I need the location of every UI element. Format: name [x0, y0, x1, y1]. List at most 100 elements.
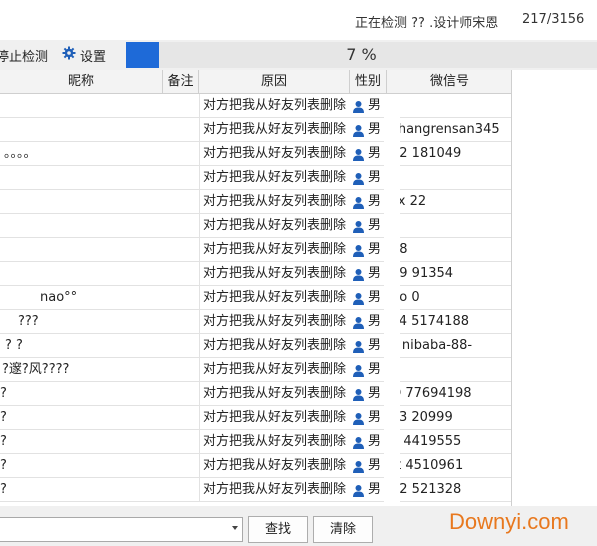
gender-label: 男: [368, 98, 382, 113]
cell-wechat: Q 77694198: [391, 386, 472, 401]
gender-label: 男: [368, 122, 382, 137]
cell-gender: 男: [350, 214, 386, 238]
cell-wechat: a3 20999: [391, 410, 453, 425]
cell-reason: 对方把我从好友列表删除: [199, 118, 349, 142]
cell-wechat: no 0: [391, 290, 420, 305]
gender-label: 男: [368, 338, 382, 353]
cell-wechat: 22 181049: [391, 146, 462, 161]
gender-label: 男: [368, 482, 382, 497]
cell-reason: 对方把我从好友列表删除: [199, 214, 349, 238]
table-row[interactable]: 对方把我从好友列表删除 男 sx 22: [0, 190, 511, 214]
table-row[interactable]: ? 对方把我从好友列表删除 男 42 521328: [0, 478, 511, 502]
gender-label: 男: [368, 290, 382, 305]
cell-nickname: [0, 118, 163, 142]
clear-button[interactable]: 清除: [313, 516, 373, 543]
user-icon: [352, 460, 368, 473]
chevron-down-icon[interactable]: [232, 526, 238, 530]
gear-icon: [62, 46, 80, 64]
column-header-nickname[interactable]: 昵称: [0, 70, 163, 94]
column-header-remark[interactable]: 备注: [163, 70, 199, 94]
column-overlay: [384, 94, 400, 506]
cell-nickname: [0, 94, 163, 118]
stop-detection-button[interactable]: 停止检测: [0, 40, 48, 70]
grid-header: 昵称 备注 原因 性别 微信号: [0, 70, 511, 94]
cell-nickname: ?: [0, 482, 7, 497]
cell-gender: 男: [350, 118, 386, 142]
settings-button[interactable]: 设置: [62, 40, 106, 70]
cell-nickname: ?邃?风????: [2, 362, 70, 377]
cell-reason: 对方把我从好友列表删除: [199, 238, 349, 262]
user-icon: [352, 292, 368, 305]
user-icon: [352, 412, 368, 425]
find-button[interactable]: 查找: [248, 516, 308, 543]
user-icon: [352, 340, 368, 353]
column-header-gender[interactable]: 性别: [350, 70, 387, 94]
cell-reason: 对方把我从好友列表删除: [199, 262, 349, 286]
gender-label: 男: [368, 362, 382, 377]
user-icon: [352, 148, 368, 161]
cell-reason: 对方把我从好友列表删除: [199, 358, 349, 382]
user-icon: [352, 220, 368, 233]
cell-nickname: ?: [0, 434, 7, 449]
cell-reason: 对方把我从好友列表删除: [199, 94, 349, 118]
cell-reason: 对方把我从好友列表删除: [199, 430, 349, 454]
cell-wechat: tt 4510961: [391, 458, 464, 473]
cell-gender: 男: [350, 190, 386, 214]
table-row[interactable]: 对方把我从好友列表删除 男 zhangrensan345: [0, 118, 511, 142]
result-grid[interactable]: 昵称 备注 原因 性别 微信号 对方把我从好友列表删除男对方把我从好友列表删除男…: [0, 70, 512, 506]
cell-wechat: y4 5174188: [391, 314, 469, 329]
table-row[interactable]: 对方把我从好友列表删除 男 98: [0, 238, 511, 262]
progress-count: 217/3156: [522, 12, 585, 27]
cell-reason: 对方把我从好友列表删除: [199, 142, 349, 166]
gender-label: 男: [368, 170, 382, 185]
table-row[interactable]: 对方把我从好友列表删除 男: [0, 166, 511, 190]
cell-gender: 男: [350, 478, 386, 502]
column-header-reason[interactable]: 原因: [199, 70, 350, 94]
cell-gender: 男: [350, 358, 386, 382]
cell-reason: 对方把我从好友列表删除: [199, 190, 349, 214]
cell-wechat: 39 91354: [391, 266, 454, 281]
table-row[interactable]: ? 对方把我从好友列表删除 男 1 4419555: [0, 430, 511, 454]
table-row[interactable]: ??? 对方把我从好友列表删除 男 y4 5174188: [0, 310, 511, 334]
table-row[interactable]: ? 对方把我从好友列表删除 男 Q 77694198: [0, 382, 511, 406]
gender-label: 男: [368, 458, 382, 473]
table-row[interactable]: ? 对方把我从好友列表删除 男 a3 20999: [0, 406, 511, 430]
search-combobox[interactable]: [0, 517, 243, 542]
cell-wechat: sx 22: [391, 194, 427, 209]
table-row[interactable]: 对方把我从好友列表删除 男 39 91354: [0, 262, 511, 286]
cell-reason: 对方把我从好友列表删除: [199, 478, 349, 502]
cell-gender: 男: [350, 406, 386, 430]
gender-label: 男: [368, 194, 382, 209]
user-icon: [352, 388, 368, 401]
cell-gender: 男: [350, 454, 386, 478]
column-header-wechat[interactable]: 微信号: [387, 70, 511, 94]
table-row[interactable]: ? ? 对方把我从好友列表删除 男 s nibaba-88-: [0, 334, 511, 358]
user-icon: [352, 196, 368, 209]
progress-label: 7 %: [346, 45, 377, 64]
cell-wechat: 98: [387, 238, 511, 262]
user-icon: [352, 100, 368, 113]
table-row[interactable]: 对方把我从好友列表删除 男: [0, 94, 511, 118]
search-input[interactable]: [0, 518, 222, 541]
gender-label: 男: [368, 242, 382, 257]
cell-wechat: zhangrensan345: [391, 122, 500, 137]
cell-wechat: [387, 94, 511, 118]
cell-nickname: [0, 262, 163, 286]
cell-nickname: [0, 238, 163, 262]
table-row[interactable]: ? 对方把我从好友列表删除 男 tt 4510961: [0, 454, 511, 478]
gender-label: 男: [368, 314, 382, 329]
table-row[interactable]: ?邃?风???? 对方把我从好友列表删除 男: [0, 358, 511, 382]
table-row[interactable]: 。。。。 对方把我从好友列表删除 男 22 181049: [0, 142, 511, 166]
cell-wechat: s nibaba-88-: [391, 338, 473, 353]
gender-label: 男: [368, 266, 382, 281]
gender-label: 男: [368, 386, 382, 401]
cell-reason: 对方把我从好友列表删除: [199, 382, 349, 406]
table-row[interactable]: nao°° 对方把我从好友列表删除 男 no 0: [0, 286, 511, 310]
cell-wechat: [387, 166, 511, 190]
status-bar: 正在检测 ?? .设计师宋恩 217/3156: [0, 0, 597, 40]
table-row[interactable]: 对方把我从好友列表删除 男: [0, 214, 511, 238]
cell-reason: 对方把我从好友列表删除: [199, 166, 349, 190]
gender-label: 男: [368, 410, 382, 425]
cell-nickname: ? ?: [5, 338, 23, 353]
cell-gender: 男: [350, 310, 386, 334]
